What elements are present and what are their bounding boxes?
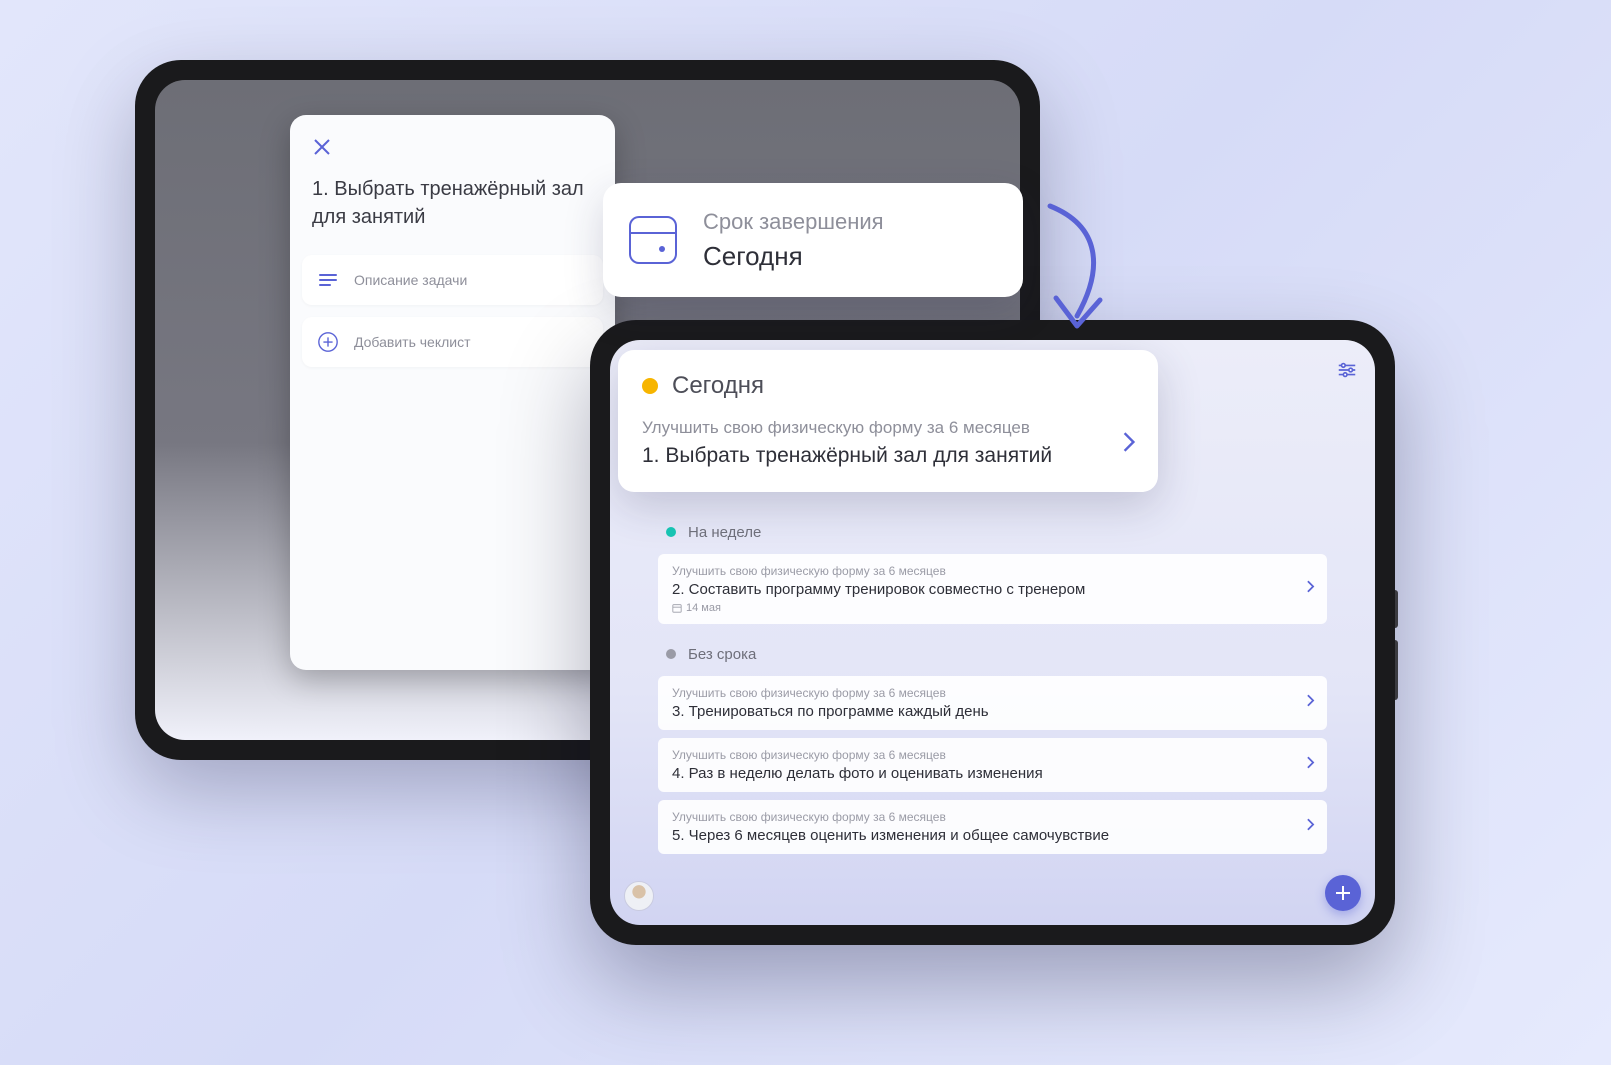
week-dot-icon	[666, 527, 676, 537]
item-date: 14 мая	[672, 602, 1287, 614]
list-item[interactable]: Улучшить свою физическую форму за 6 меся…	[658, 800, 1327, 854]
section-week-label: На неделе	[688, 524, 761, 541]
avatar[interactable]	[624, 881, 654, 911]
close-icon[interactable]	[312, 137, 332, 157]
plus-circle-icon	[316, 330, 340, 354]
description-row[interactable]: Описание задачи	[302, 255, 603, 305]
item-parent: Улучшить свою физическую форму за 6 меся…	[672, 748, 1287, 762]
item-title: 3. Тренироваться по программе каждый ден…	[672, 703, 1287, 720]
tablet-foreground: Сегодня Улучшить свою физическую форму з…	[590, 320, 1395, 945]
today-task-title: 1. Выбрать тренажёрный зал для занятий	[642, 444, 1134, 468]
item-parent: Улучшить свою физическую форму за 6 меся…	[672, 564, 1287, 578]
description-icon	[316, 268, 340, 292]
today-heading: Сегодня	[672, 372, 764, 400]
chevron-right-icon	[1122, 431, 1136, 458]
filter-icon[interactable]	[1333, 356, 1361, 384]
tablet-b-screen: Сегодня Улучшить свою физическую форму з…	[610, 340, 1375, 925]
list-item[interactable]: Улучшить свою физическую форму за 6 меся…	[658, 554, 1327, 624]
list-item[interactable]: Улучшить свою физическую форму за 6 меся…	[658, 676, 1327, 730]
section-none-label: Без срока	[688, 646, 756, 663]
arrow-icon	[1042, 198, 1112, 348]
chevron-right-icon	[1306, 756, 1315, 775]
item-title: 2. Составить программу тренировок совмес…	[672, 581, 1287, 598]
deadline-value: Сегодня	[703, 241, 884, 272]
item-title: 5. Через 6 месяцев оценить изменения и о…	[672, 827, 1287, 844]
task-detail-card: 1. Выбрать тренажёрный зал для занятий О…	[290, 115, 615, 670]
task-title: 1. Выбрать тренажёрный зал для занятий	[312, 175, 593, 231]
today-dot-icon	[642, 378, 658, 394]
today-parent-goal: Улучшить свою физическую форму за 6 меся…	[642, 418, 1134, 438]
section-week: На неделе	[658, 510, 1327, 554]
add-checklist-label: Добавить чеклист	[354, 334, 471, 350]
chevron-right-icon	[1306, 580, 1315, 599]
add-checklist-row[interactable]: Добавить чеклист	[302, 317, 603, 367]
none-dot-icon	[666, 649, 676, 659]
task-list: На неделе Улучшить свою физическую форму…	[658, 510, 1327, 865]
list-item[interactable]: Улучшить свою физическую форму за 6 меся…	[658, 738, 1327, 792]
deadline-pill[interactable]: Срок завершения Сегодня	[603, 183, 1023, 297]
calendar-icon	[629, 216, 677, 264]
section-no-deadline: Без срока	[658, 632, 1327, 676]
chevron-right-icon	[1306, 818, 1315, 837]
item-parent: Улучшить свою физическую форму за 6 меся…	[672, 810, 1287, 824]
description-label: Описание задачи	[354, 272, 467, 288]
item-parent: Улучшить свою физическую форму за 6 меся…	[672, 686, 1287, 700]
deadline-label: Срок завершения	[703, 209, 884, 235]
add-button[interactable]	[1325, 875, 1361, 911]
item-title: 4. Раз в неделю делать фото и оценивать …	[672, 765, 1287, 782]
today-card[interactable]: Сегодня Улучшить свою физическую форму з…	[618, 350, 1158, 492]
chevron-right-icon	[1306, 694, 1315, 713]
